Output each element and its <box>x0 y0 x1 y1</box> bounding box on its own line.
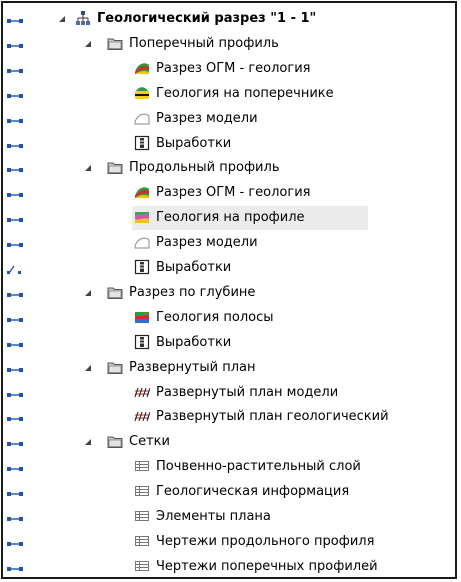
grid-icon <box>134 508 150 524</box>
pin-icon[interactable] <box>7 162 23 174</box>
geology-ogm-icon <box>134 184 150 200</box>
grid-icon <box>134 558 150 574</box>
tree-panel: Геологический разрез "1 - 1" Поперечный п… <box>1 1 457 579</box>
tree-node[interactable]: Сетки <box>3 430 455 454</box>
pin-icon[interactable] <box>7 187 23 199</box>
geology-profile-icon <box>134 209 150 225</box>
expand-arrow-icon[interactable] <box>83 162 93 172</box>
tree-item-label: Продольный профиль <box>129 160 280 176</box>
unfolded-plan-icon <box>134 384 151 400</box>
tree-item[interactable]: Геологическая информация <box>3 480 455 504</box>
tree-item-label: Развернутый план модели <box>156 384 339 400</box>
tree-item[interactable]: Чертежи продольного профиля <box>3 530 455 554</box>
tree-item[interactable]: Разрез ОГМ - геология <box>3 181 455 205</box>
tree-item[interactable]: Чертежи поперечных профилей <box>3 555 455 579</box>
tree-item-label: Геологическая информация <box>156 484 350 500</box>
tree-item-label: Поперечный профиль <box>129 35 279 51</box>
pin-icon[interactable] <box>7 113 23 125</box>
folder-icon <box>107 284 123 300</box>
pin-icon[interactable] <box>7 337 23 349</box>
tree-item[interactable]: Геология на поперечнике <box>3 82 455 106</box>
unpinned-icon[interactable] <box>7 262 23 274</box>
tree-item-label: Разрез по глубине <box>129 284 256 300</box>
geology-strip-icon <box>134 309 150 325</box>
grid-icon <box>134 458 150 474</box>
folder-icon <box>107 159 123 175</box>
pin-icon[interactable] <box>7 536 23 548</box>
tree-item[interactable]: Выработки <box>3 331 455 355</box>
pin-icon[interactable] <box>7 287 23 299</box>
pin-icon[interactable] <box>7 88 23 100</box>
grid-icon <box>134 533 150 549</box>
tree-item-label: Выработки <box>156 135 232 151</box>
expand-arrow-icon[interactable] <box>83 436 93 446</box>
geology-layers-icon <box>134 85 150 101</box>
pin-icon[interactable] <box>7 362 23 374</box>
tree-item-label: Чертежи продольного профиля <box>156 533 375 549</box>
tree-item-label: Развернутый план <box>129 359 256 375</box>
tree-item-label: Разрез модели <box>156 235 258 251</box>
pin-icon[interactable] <box>7 63 23 75</box>
tree-item-label: Геология на поперечнике <box>156 85 334 101</box>
tree-item[interactable]: Геология на профиле <box>3 206 455 231</box>
tree-item-label: Почвенно-растительный слой <box>156 459 361 475</box>
tree-item[interactable]: Элементы плана <box>3 505 455 529</box>
expand-arrow-icon[interactable] <box>83 38 93 48</box>
pin-icon[interactable] <box>7 212 23 224</box>
pin-icon[interactable] <box>7 461 23 473</box>
expand-arrow-icon[interactable] <box>83 362 93 372</box>
tree-item[interactable]: Разрез ОГМ - геология <box>3 57 455 81</box>
unfolded-plan-icon <box>134 408 151 424</box>
tree-item-label: Геология полосы <box>156 309 274 325</box>
tree-item[interactable]: Выработки <box>3 132 455 156</box>
geology-ogm-icon <box>134 60 150 76</box>
model-section-icon <box>134 234 150 250</box>
model-section-icon <box>134 110 150 126</box>
tree-node[interactable]: Развернутый план <box>3 356 455 380</box>
folder-icon <box>107 433 123 449</box>
tree-item-label: Геологический разрез "1 - 1" <box>97 11 317 26</box>
tree-item-label: Чертежи поперечных профилей <box>156 558 378 574</box>
tree-item[interactable]: Почвенно-растительный слой <box>3 455 455 479</box>
tree-item-label: Разрез ОГМ - геология <box>156 60 311 76</box>
folder-icon <box>107 359 123 375</box>
tree-item-label: Геология на профиле <box>156 210 305 226</box>
pin-icon[interactable] <box>7 387 23 399</box>
tree-item[interactable]: Выработки <box>3 256 455 280</box>
tree-item-label: Выработки <box>156 260 232 275</box>
tree-item[interactable]: Развернутый план модели <box>3 381 455 405</box>
tree-item[interactable]: Разрез модели <box>3 231 455 255</box>
tree-item[interactable]: Разрез модели <box>3 107 455 131</box>
workings-icon <box>134 259 150 275</box>
tree-item[interactable]: Геология полосы <box>3 306 455 330</box>
workings-icon <box>134 334 150 350</box>
grid-icon <box>134 483 150 499</box>
expand-arrow-icon[interactable] <box>57 13 67 23</box>
pin-icon[interactable] <box>7 561 23 573</box>
workings-icon <box>134 135 150 151</box>
pin-icon[interactable] <box>7 312 23 324</box>
tree-item-label: Разрез модели <box>156 110 258 126</box>
pin-icon[interactable] <box>7 486 23 498</box>
tree-item[interactable]: Развернутый план геологический <box>3 405 455 429</box>
tree-item-label: Сетки <box>129 434 170 450</box>
folder-icon <box>107 35 123 51</box>
pin-icon[interactable] <box>7 511 23 523</box>
tree-item-label: Разрез ОГМ - геология <box>156 185 311 201</box>
pin-icon[interactable] <box>7 138 23 150</box>
tree-item-label: Развернутый план геологический <box>156 409 389 425</box>
pin-icon[interactable] <box>7 13 23 25</box>
pin-icon[interactable] <box>7 38 23 50</box>
pin-icon[interactable] <box>7 436 23 448</box>
tree-node[interactable]: Поперечный профиль <box>3 32 455 56</box>
tree-node[interactable]: Геологический разрез "1 - 1" <box>3 7 455 31</box>
pin-icon[interactable] <box>7 411 23 423</box>
hierarchy-icon <box>75 10 91 26</box>
expand-arrow-icon[interactable] <box>83 287 93 297</box>
tree-node[interactable]: Разрез по глубине <box>3 281 455 305</box>
tree-item-label: Выработки <box>156 334 232 350</box>
tree-node[interactable]: Продольный профиль <box>3 156 455 180</box>
pin-icon[interactable] <box>7 237 23 249</box>
tree-item-label: Элементы плана <box>156 509 271 524</box>
